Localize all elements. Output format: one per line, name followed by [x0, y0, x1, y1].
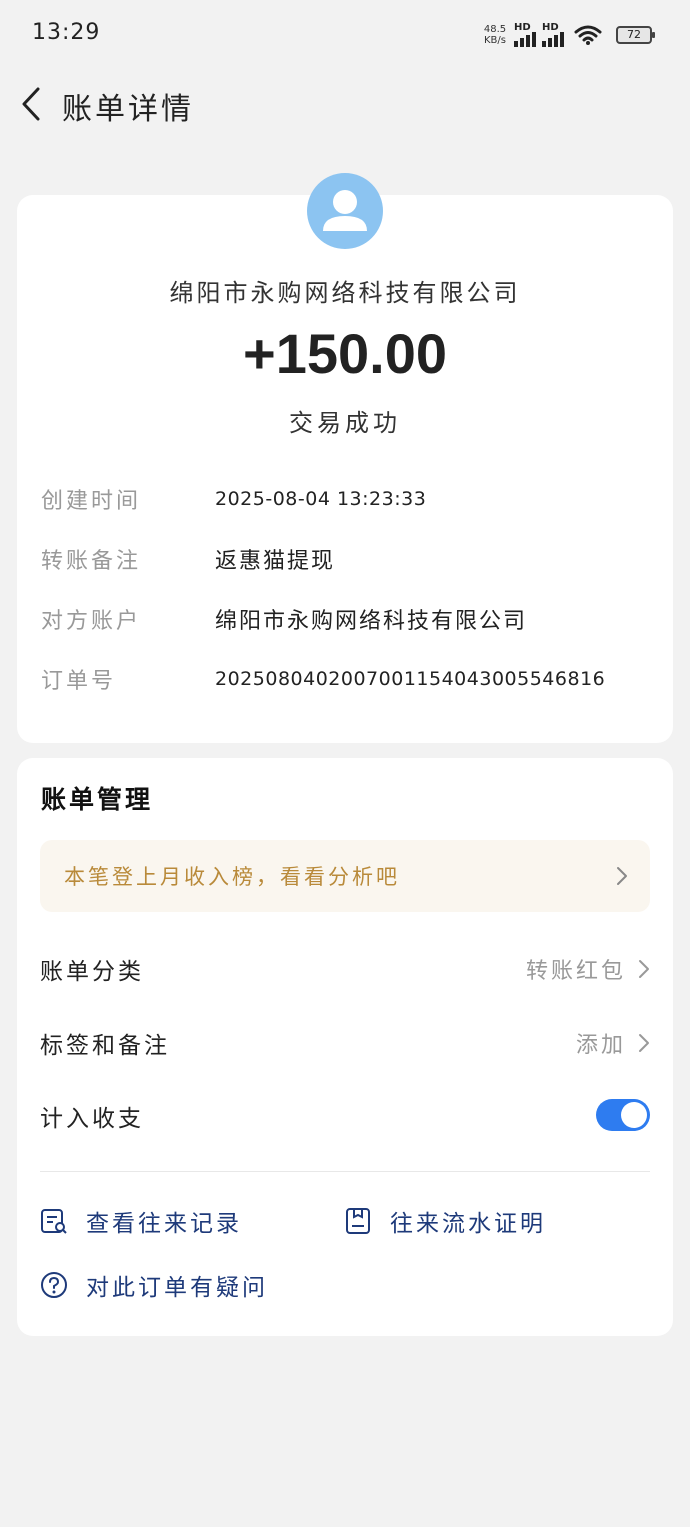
payee-name: 绵阳市永购网络科技有限公司 — [169, 279, 521, 307]
transaction-summary-card: 绵阳市永购网络科技有限公司 +150.00 交易成功 创建时间 2025-08-… — [17, 173, 673, 743]
include-in-stats-toggle[interactable] — [596, 1099, 650, 1131]
detail-label: 订单号 — [41, 669, 117, 694]
record-list-icon — [41, 1209, 67, 1234]
link-label: 查看往来记录 — [86, 1211, 242, 1237]
section-title: 账单管理 — [41, 785, 154, 814]
bill-management-card: 账单管理 本笔登上月收入榜，看看分析吧 账单分类 转账红包 标签和备注 添加 计… — [17, 758, 673, 1336]
chevron-left-icon — [22, 87, 40, 121]
battery-icon: 72 — [616, 26, 655, 44]
page-title: 账单详情 — [62, 92, 194, 127]
detail-value[interactable]: 2025080402007001154043005546816 — [215, 668, 605, 690]
promo-text: 本笔登上月收入榜，看看分析吧 — [64, 865, 400, 889]
transaction-amount: +150.00 — [243, 322, 447, 385]
status-indicators: 48.5 KB/s HD HD 72 — [482, 18, 655, 52]
setting-label: 标签和备注 — [40, 1033, 170, 1059]
detail-label: 转账备注 — [41, 549, 142, 574]
detail-label: 创建时间 — [41, 489, 142, 514]
setting-label: 账单分类 — [40, 959, 144, 985]
setting-label: 计入收支 — [40, 1106, 144, 1132]
divider — [40, 1171, 650, 1172]
detail-value: 2025-08-04 13:23:33 — [215, 488, 427, 510]
detail-row-order-number: 订单号 2025080402007001154043005546816 — [41, 659, 661, 699]
include-in-stats-row: 计入收支 — [40, 1091, 650, 1141]
order-question-link[interactable]: 对此订单有疑问 — [40, 1265, 268, 1305]
status-time: 13:29 — [32, 20, 101, 45]
detail-row-created-time: 创建时间 2025-08-04 13:23:33 — [41, 479, 661, 519]
setting-value: 添加 — [576, 1027, 650, 1059]
signal-icon-2: HD — [542, 22, 564, 47]
transaction-status: 交易成功 — [289, 409, 401, 437]
link-label: 往来流水证明 — [390, 1211, 546, 1237]
chevron-right-icon — [617, 867, 627, 885]
income-analysis-banner[interactable]: 本笔登上月收入榜，看看分析吧 — [40, 840, 650, 912]
bill-category-row[interactable]: 账单分类 转账红包 — [40, 944, 650, 994]
detail-label: 对方账户 — [41, 609, 142, 634]
back-button[interactable] — [14, 84, 48, 124]
certificate-icon — [346, 1208, 370, 1234]
avatar — [307, 173, 383, 249]
user-icon — [323, 190, 367, 231]
setting-value: 转账红包 — [526, 953, 650, 985]
detail-value: 绵阳市永购网络科技有限公司 — [215, 609, 528, 634]
link-label: 对此订单有疑问 — [86, 1275, 268, 1301]
detail-row-counterparty: 对方账户 绵阳市永购网络科技有限公司 — [41, 599, 661, 639]
status-bar: 13:29 48.5 KB/s HD HD 72 — [0, 0, 690, 70]
network-speed: 48.5 KB/s — [483, 24, 507, 46]
chevron-right-icon — [639, 960, 649, 978]
detail-row-transfer-note: 转账备注 返惠猫提现 — [41, 539, 661, 579]
signal-icon: HD — [514, 22, 536, 47]
question-icon — [41, 1272, 67, 1298]
tags-notes-row[interactable]: 标签和备注 添加 — [40, 1018, 650, 1068]
statement-proof-link[interactable]: 往来流水证明 — [344, 1201, 546, 1241]
toggle-knob — [621, 1102, 647, 1128]
view-records-link[interactable]: 查看往来记录 — [40, 1201, 242, 1241]
wifi-icon — [574, 25, 602, 45]
chevron-right-icon — [639, 1034, 649, 1052]
nav-bar: 账单详情 — [0, 70, 690, 136]
detail-value: 返惠猫提现 — [215, 549, 336, 574]
